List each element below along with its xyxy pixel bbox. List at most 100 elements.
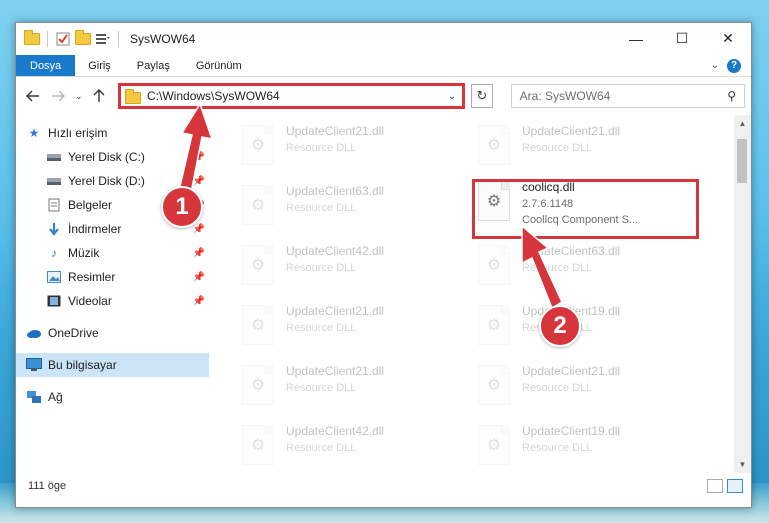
window-controls: — ☐ ✕ [613,23,751,55]
file-item[interactable]: ⚙ UpdateClient21.dll Resource DLL [474,121,700,173]
address-bar[interactable]: C:\Windows\SysWOW64 ⌄ [121,86,462,106]
file-item[interactable]: ⚙ UpdateClient42.dll Resource DLL [238,241,464,293]
file-item[interactable]: ⚙ UpdateClient19.dllResource DLL [474,301,700,353]
sidebar-item-label: İndirmeler [68,222,122,236]
step-badge-1: 1 [161,186,203,228]
dll-file-icon: ⚙ [242,245,274,285]
file-item[interactable]: ⚙ UpdateClient19.dllResource DLL [474,421,700,473]
cloud-icon [26,325,42,341]
tab-file[interactable]: Dosya [16,55,76,76]
vertical-scrollbar[interactable]: ▲ ▼ [734,115,751,473]
navigation-bar: ⌄ C:\Windows\SysWOW64 ⌄ ↻ Ara: SysWOW64 … [16,77,751,115]
drive-icon [46,173,62,189]
address-bar-highlight: C:\Windows\SysWOW64 ⌄ [118,83,466,109]
new-folder-icon[interactable] [75,29,91,47]
sidebar-item-label: Bu bilgisayar [48,358,117,372]
dll-file-icon: ⚙ [478,365,510,405]
title-bar: SysWOW64 — ☐ ✕ [16,23,751,55]
sidebar-item-label: Müzik [68,246,100,260]
pin-icon[interactable]: 📌 [193,152,205,163]
sidebar-item-local-disk-c[interactable]: Yerel Disk (C:) 📌 [16,145,209,169]
refresh-button[interactable]: ↻ [471,84,493,108]
file-highlight-box [472,179,699,239]
file-description: Resource DLL [522,382,593,394]
tab-share[interactable]: Paylaş [124,55,183,76]
pin-icon[interactable]: 📌 [193,176,205,187]
divider [118,30,119,47]
folder-icon [125,88,142,104]
scroll-down-icon[interactable]: ▼ [734,456,751,473]
file-name: UpdateClient63.dll [522,244,621,258]
folder-icon [24,29,40,47]
sidebar-item-onedrive[interactable]: OneDrive [16,321,209,345]
file-name: UpdateClient63.dll [286,184,385,198]
sidebar-item-network[interactable]: Ağ [16,385,209,409]
sidebar-item-music[interactable]: ♪ Müzik 📌 [16,241,209,265]
file-description: Resource DLL [522,262,593,274]
pin-icon[interactable]: 📌 [193,272,205,283]
sidebar-item-label: Yerel Disk (D:) [68,174,145,188]
download-icon [46,221,62,237]
window-title: SysWOW64 [130,31,196,46]
dll-file-icon: ⚙ [478,305,510,345]
scrollbar-thumb[interactable] [737,139,747,183]
view-switcher [707,478,751,493]
scroll-up-icon[interactable]: ▲ [734,115,751,132]
file-item[interactable]: ⚙ UpdateClient63.dll Resource DLL [238,181,464,233]
sidebar-item-this-pc[interactable]: Bu bilgisayar [16,353,209,377]
sidebar-item-quick-access[interactable]: ★ Hızlı erişim [16,121,209,145]
explorer-body: ★ Hızlı erişim Yerel Disk (C:) 📌 Yerel D… [16,115,751,473]
dll-file-icon: ⚙ [478,245,510,285]
pin-icon[interactable]: 📌 [193,296,205,307]
large-icons-view-icon[interactable] [727,478,743,493]
star-icon: ★ [28,126,40,140]
file-name: UpdateClient21.dll [286,364,385,378]
navigation-pane: ★ Hızlı erişim Yerel Disk (C:) 📌 Yerel D… [16,115,210,473]
pictures-icon [46,269,62,285]
tab-home[interactable]: Giriş [75,55,124,76]
file-item[interactable]: ⚙ UpdateClient21.dll Resource DLL [238,301,464,353]
dll-file-icon: ⚙ [242,185,274,225]
dll-file-icon: ⚙ [242,425,274,465]
close-button[interactable]: ✕ [705,23,751,55]
properties-icon[interactable] [55,31,71,47]
maximize-button[interactable]: ☐ [659,23,705,55]
file-item[interactable]: ⚙ UpdateClient42.dll Resource DLL [238,421,464,473]
music-icon: ♪ [51,246,57,260]
file-item[interactable]: ⚙ UpdateClient63.dll Resource DLL [474,241,700,293]
file-item[interactable]: ⚙ UpdateClient21.dll Resource DLL [238,121,464,173]
customize-toolbar-icon[interactable] [95,31,111,47]
address-dropdown-icon[interactable]: ⌄ [448,91,456,102]
sidebar-item-label: Resimler [68,270,116,284]
file-name: UpdateClient21.dll [522,364,621,378]
video-icon [46,293,62,309]
sidebar-item-videos[interactable]: Videolar 📌 [16,289,209,313]
file-description: Resource DLL [286,202,357,214]
file-description: Resource DLL [522,142,593,154]
file-name: UpdateClient21.dll [522,124,621,138]
minimize-button[interactable]: — [613,23,659,55]
details-view-icon[interactable] [707,478,723,493]
help-icon[interactable]: ? [727,58,741,73]
step-badge-2: 2 [539,305,581,347]
dll-file-icon: ⚙ [242,365,274,405]
file-item[interactable]: ⚙ UpdateClient21.dll Resource DLL [474,361,700,413]
file-description: Resource DLL [286,262,357,274]
expand-ribbon-icon[interactable]: ⌄ [711,60,719,71]
file-item[interactable]: ⚙ UpdateClient21.dll Resource DLL [238,361,464,413]
recent-locations-button[interactable]: ⌄ [73,85,85,107]
pin-icon[interactable]: 📌 [193,224,205,235]
dll-file-icon: ⚙ [478,425,510,465]
sidebar-item-label: Belgeler [68,198,113,212]
dll-file-icon: ⚙ [242,305,274,345]
tab-view[interactable]: Görünüm [183,55,255,76]
forward-button[interactable] [47,85,68,107]
search-input[interactable]: Ara: SysWOW64 ⚲ [510,84,745,108]
up-button[interactable] [89,85,110,107]
search-icon[interactable]: ⚲ [727,89,736,103]
sidebar-item-pictures[interactable]: Resimler 📌 [16,265,209,289]
file-explorer-window: SysWOW64 — ☐ ✕ Dosya Giriş Paylaş Görünü… [15,22,752,508]
status-bar: 111 öge [16,473,751,497]
back-button[interactable] [22,85,43,107]
pin-icon[interactable]: 📌 [193,248,205,259]
